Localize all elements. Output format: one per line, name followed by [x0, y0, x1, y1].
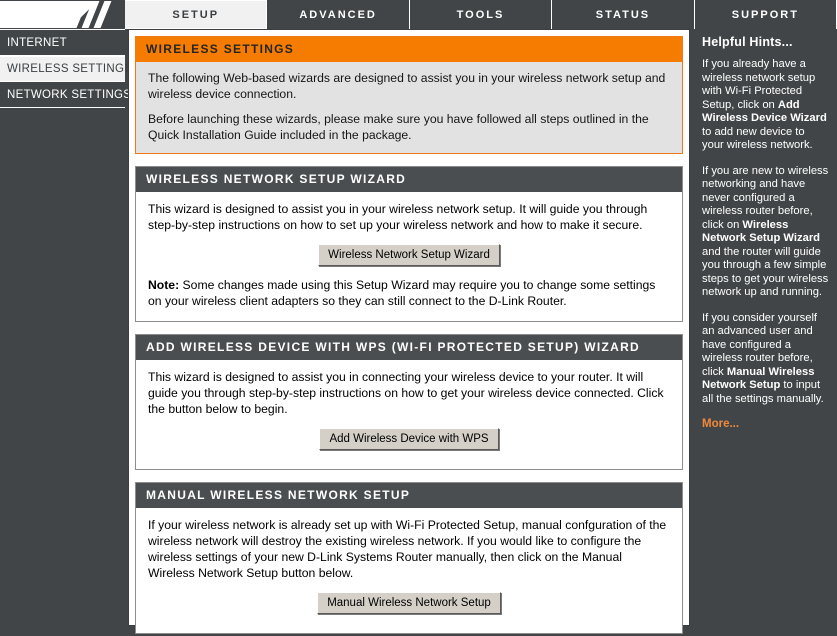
tab-tools[interactable]: TOOLS: [408, 0, 553, 29]
wizard-note-label: Note:: [148, 278, 180, 292]
manual-panel-title: MANUAL WIRELESS NETWORK SETUP: [136, 483, 682, 508]
sidebar-item-wireless-settings[interactable]: WIRELESS SETTINGS: [0, 56, 132, 82]
tab-setup[interactable]: SETUP: [124, 0, 268, 29]
add-wireless-device-with-wps-button[interactable]: Add Wireless Device with WPS: [319, 428, 499, 450]
wizard-note-text: Some changes made using this Setup Wizar…: [148, 278, 656, 308]
hint-1: If you already have a wireless network s…: [702, 58, 829, 153]
wireless-network-setup-wizard-panel: WIRELESS NETWORK SETUP WIZARD This wizar…: [135, 166, 683, 322]
wps-button-row: Add Wireless Device with WPS: [148, 419, 670, 459]
helpful-hints-panel: Helpful Hints... If you already have a w…: [694, 29, 837, 636]
hint-2-text-b: and the router will guide you through a …: [702, 245, 829, 299]
add-wireless-device-wps-panel: ADD WIRELESS DEVICE WITH WPS (WI-FI PROT…: [135, 334, 683, 470]
tab-setup-label: SETUP: [172, 8, 220, 21]
wireless-settings-intro-panel: WIRELESS SETTINGS The following Web-base…: [135, 36, 683, 154]
manual-description: If your wireless network is already set …: [148, 518, 667, 580]
sidebar-item-network-settings[interactable]: NETWORK SETTINGS: [0, 82, 131, 108]
sidebar: INTERNET WIRELESS SETTINGS NETWORK SETTI…: [0, 29, 132, 636]
top-navigation-bar: SETUP ADVANCED TOOLS STATUS SUPPORT: [0, 0, 837, 29]
wizard-description: This wizard is designed to assist you in…: [148, 202, 648, 232]
tab-support[interactable]: SUPPORT: [693, 0, 837, 29]
intro-panel-body: The following Web-based wizards are desi…: [136, 62, 682, 153]
helpful-hints-title: Helpful Hints...: [702, 35, 793, 49]
wizard-button-row: Wireless Network Setup Wizard: [148, 235, 670, 275]
wps-panel-body: This wizard is designed to assist you in…: [136, 360, 682, 469]
sidebar-item-label: INTERNET: [7, 36, 67, 49]
wizard-panel-body: This wizard is designed to assist you in…: [136, 192, 682, 321]
wizard-note: Note: Some changes made using this Setup…: [148, 277, 670, 309]
wps-panel-title: ADD WIRELESS DEVICE WITH WPS (WI-FI PROT…: [136, 335, 682, 360]
wps-description: This wizard is designed to assist you in…: [148, 370, 664, 416]
manual-wireless-network-setup-panel: MANUAL WIRELESS NETWORK SETUP If your wi…: [135, 482, 683, 634]
intro-paragraph-2: Before launching these wizards, please m…: [148, 112, 649, 142]
sidebar-item-label: NETWORK SETTINGS: [7, 88, 132, 101]
wireless-network-setup-wizard-button[interactable]: Wireless Network Setup Wizard: [318, 244, 500, 266]
tab-advanced[interactable]: ADVANCED: [266, 0, 410, 29]
manual-wireless-network-setup-button[interactable]: Manual Wireless Network Setup: [317, 592, 501, 614]
main-tabs: SETUP ADVANCED TOOLS STATUS SUPPORT: [124, 0, 837, 29]
tab-support-label: SUPPORT: [731, 8, 799, 21]
manual-button-row: Manual Wireless Network Setup: [148, 583, 670, 623]
tab-status[interactable]: STATUS: [551, 0, 695, 29]
intro-paragraph-1: The following Web-based wizards are desi…: [148, 71, 666, 101]
sidebar-item-internet[interactable]: INTERNET: [0, 30, 125, 56]
main-content-panel: WIRELESS SETTINGS The following Web-base…: [128, 29, 690, 634]
manual-panel-body: If your wireless network is already set …: [136, 508, 682, 633]
router-admin-page: SETUP ADVANCED TOOLS STATUS SUPPORT INTE…: [0, 0, 837, 636]
hint-1-text-b: to add new device to your wireless netwo…: [702, 125, 813, 152]
hint-2: If you are new to wireless networking an…: [702, 165, 829, 300]
sidebar-item-label: WIRELESS SETTINGS: [7, 63, 133, 75]
hint-3: If you consider yourself an advanced use…: [702, 312, 829, 407]
more-link[interactable]: More...: [702, 418, 829, 430]
tab-advanced-label: ADVANCED: [299, 8, 377, 21]
brand-logo: [0, 0, 125, 29]
tab-tools-label: TOOLS: [456, 8, 505, 21]
wizard-panel-title: WIRELESS NETWORK SETUP WIZARD: [136, 167, 682, 192]
tab-status-label: STATUS: [595, 8, 651, 21]
intro-panel-title: WIRELESS SETTINGS: [136, 37, 682, 62]
